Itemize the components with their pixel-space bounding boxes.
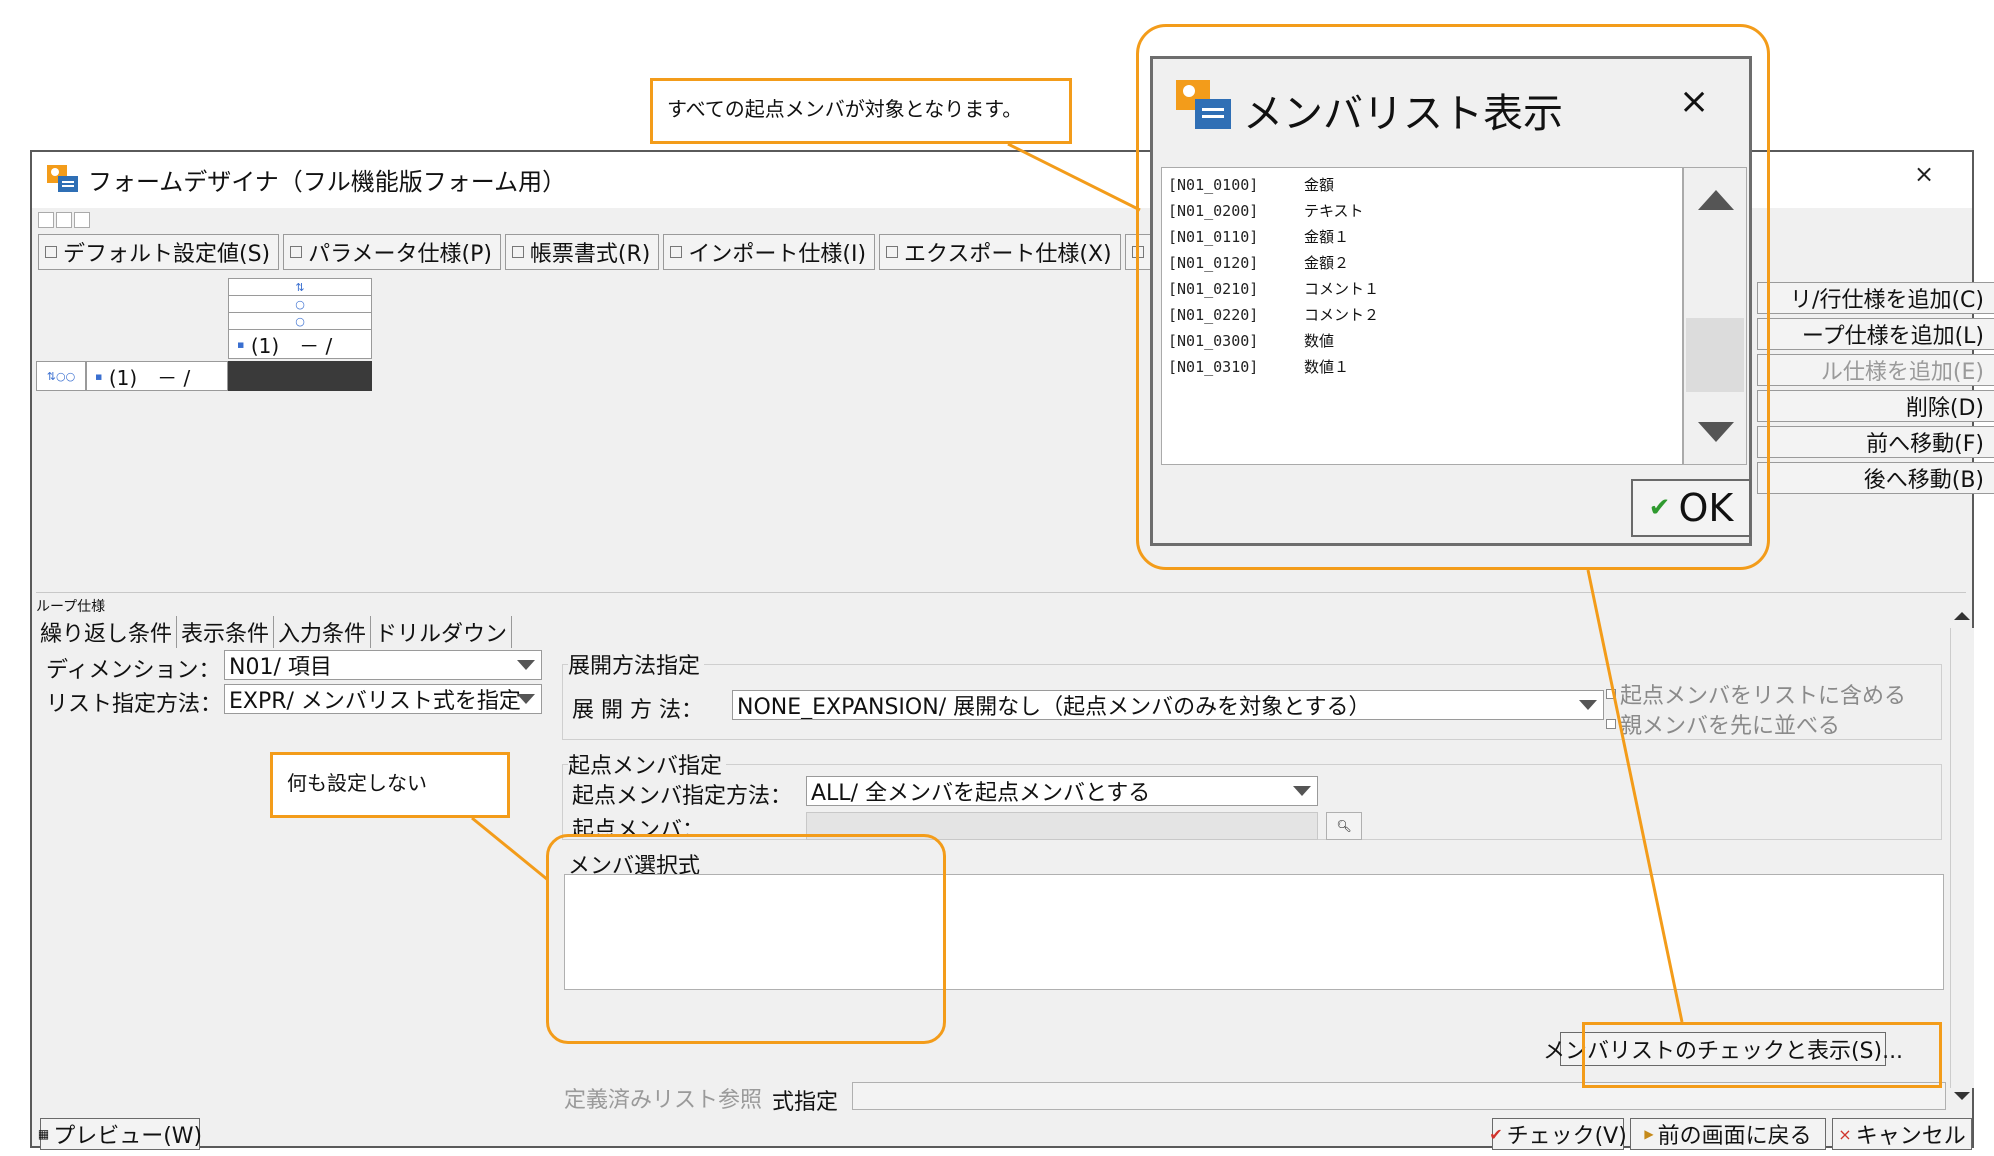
callout-all-origin-members: すべての起点メンバが対象となります。 bbox=[650, 78, 1072, 144]
list-item[interactable]: [N01_0310] 数値１ bbox=[1168, 356, 1349, 377]
list-item[interactable]: [N01_0300] 数値 bbox=[1168, 330, 1334, 351]
scroll-up-icon[interactable] bbox=[1696, 186, 1736, 212]
checkmark-icon: ✔ bbox=[1648, 493, 1671, 523]
list-item[interactable]: [N01_0100] 金額 bbox=[1168, 174, 1334, 195]
list-item[interactable]: [N01_0210] コメント１ bbox=[1168, 278, 1379, 299]
member-list-icon bbox=[1176, 80, 1231, 129]
close-icon[interactable]: × bbox=[1679, 81, 1709, 122]
dialog-title: メンバリスト表示 bbox=[1243, 91, 1563, 137]
list-item[interactable]: [N01_0110] 金額１ bbox=[1168, 226, 1349, 247]
list-item[interactable]: [N01_0200] テキスト bbox=[1168, 200, 1364, 221]
ok-button[interactable]: ✔ OK bbox=[1631, 479, 1751, 537]
list-item[interactable]: [N01_0120] 金額２ bbox=[1168, 252, 1349, 273]
dialog-scrollbar[interactable] bbox=[1683, 167, 1747, 465]
scroll-down-icon[interactable] bbox=[1696, 420, 1736, 446]
scroll-thumb[interactable] bbox=[1686, 318, 1744, 392]
highlight-show-list-button bbox=[1582, 1022, 1942, 1088]
callout-no-setting: 何も設定しない bbox=[270, 752, 510, 818]
member-list[interactable]: [N01_0100] 金額 [N01_0200] テキスト [N01_0110] 金額… bbox=[1161, 167, 1683, 465]
list-item[interactable]: [N01_0220] コメント２ bbox=[1168, 304, 1379, 325]
member-list-dialog: メンバリスト表示 × [N01_0100] 金額 [N01_0200] テキスト [… bbox=[1150, 56, 1752, 546]
highlight-member-expr bbox=[546, 834, 946, 1044]
